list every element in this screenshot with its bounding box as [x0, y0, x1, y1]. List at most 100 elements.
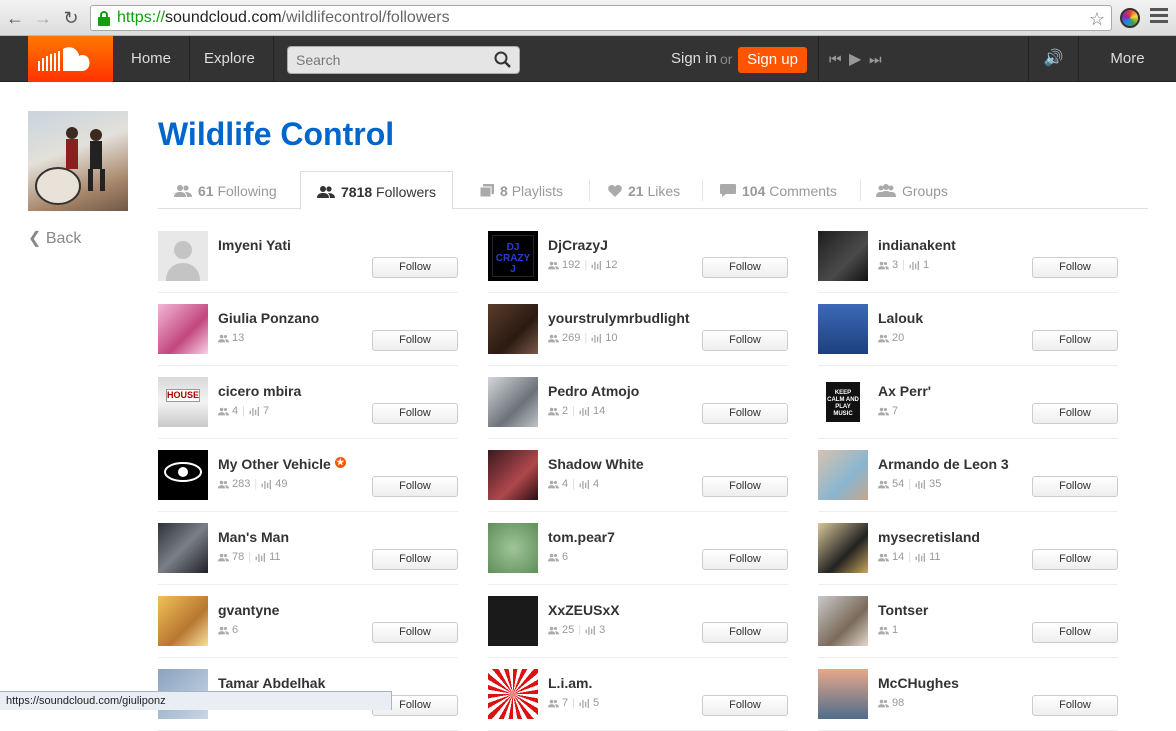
follow-button[interactable]: Follow	[702, 476, 788, 497]
follower-name[interactable]: Imyeni Yati	[218, 237, 291, 253]
player-controls: ⏮ ▶ ⏭	[818, 36, 1028, 82]
back-arrow-icon[interactable]: ←	[4, 7, 26, 29]
profile-avatar[interactable]	[28, 111, 128, 211]
follow-button[interactable]: Follow	[702, 549, 788, 570]
tab-likes[interactable]: 21 Likes	[592, 171, 696, 209]
follow-button[interactable]: Follow	[1032, 549, 1118, 570]
tab-playlists[interactable]: 8 Playlists	[464, 171, 579, 209]
stats-separator: |	[248, 551, 252, 563]
follower-avatar[interactable]	[818, 304, 868, 354]
follower-name[interactable]: mysecretisland	[878, 529, 980, 545]
follower-name[interactable]: My Other Vehicle ★	[218, 456, 346, 472]
next-track-icon[interactable]: ⏭	[869, 51, 882, 68]
follow-button[interactable]: Follow	[702, 403, 788, 424]
follow-button[interactable]: Follow	[372, 622, 458, 643]
follower-avatar[interactable]	[818, 231, 868, 281]
follower-avatar[interactable]	[488, 304, 538, 354]
tab-followers[interactable]: 7818 Followers	[300, 171, 453, 210]
search-input[interactable]: Search	[287, 46, 520, 74]
search-icon[interactable]	[494, 51, 512, 69]
follower-name[interactable]: Shadow White	[548, 456, 644, 472]
follower-name[interactable]: Armando de Leon 3	[878, 456, 1009, 472]
follow-button[interactable]: Follow	[1032, 257, 1118, 278]
followers-column-3: indianakent 3 | 1 Follow Lalouk 20 Follow KEEP C…	[818, 218, 1118, 731]
follower-name[interactable]: Ax Perr'	[878, 383, 931, 399]
follower-avatar[interactable]	[488, 450, 538, 500]
follower-name[interactable]: gvantyne	[218, 602, 279, 618]
url-host: soundcloud.com	[165, 9, 282, 26]
soundcloud-logo[interactable]	[28, 36, 113, 82]
follower-name[interactable]: L.i.am.	[548, 675, 592, 691]
follow-button[interactable]: Follow	[1032, 622, 1118, 643]
extension-icon[interactable]	[1120, 8, 1140, 28]
follower-name[interactable]: indianakent	[878, 237, 956, 253]
follower-name[interactable]: McCHughes	[878, 675, 959, 691]
follower-name[interactable]: Lalouk	[878, 310, 923, 326]
volume-icon[interactable]: 🔊	[1028, 36, 1078, 82]
url-scheme: https://	[117, 9, 166, 26]
previous-track-icon[interactable]: ⏮	[829, 51, 842, 68]
follow-button[interactable]: Follow	[1032, 403, 1118, 424]
follow-button[interactable]: Follow	[1032, 476, 1118, 497]
address-bar[interactable]: https://soundcloud.com/wildlifecontrol/f…	[90, 5, 1112, 31]
follower-name[interactable]: DjCrazyJ	[548, 237, 608, 253]
follower-avatar[interactable]: KEEP CALM AND PLAY MUSIC	[818, 377, 868, 427]
follower-avatar[interactable]	[818, 523, 868, 573]
nav-explore[interactable]: Explore	[186, 36, 274, 82]
follower-avatar[interactable]	[488, 596, 538, 646]
browser-menu-icon[interactable]	[1150, 8, 1168, 26]
forward-arrow-icon[interactable]: →	[32, 7, 54, 29]
follow-button[interactable]: Follow	[372, 476, 458, 497]
follow-button[interactable]: Follow	[702, 330, 788, 351]
follower-avatar[interactable]	[158, 450, 208, 500]
play-icon[interactable]: ▶	[849, 49, 861, 69]
sign-up-button[interactable]: Sign up	[738, 47, 807, 73]
follower-avatar[interactable]	[818, 669, 868, 719]
follower-avatar[interactable]: HOUSE	[158, 377, 208, 427]
follow-button[interactable]: Follow	[372, 330, 458, 351]
follower-avatar[interactable]	[158, 523, 208, 573]
follower-avatar[interactable]	[818, 596, 868, 646]
followers-icon	[548, 626, 559, 635]
sign-in-link[interactable]: Sign in	[671, 36, 717, 82]
follower-avatar[interactable]	[818, 450, 868, 500]
follower-name[interactable]: Tontser	[878, 602, 928, 618]
nav-home[interactable]: Home	[113, 36, 191, 82]
follow-button[interactable]: Follow	[702, 257, 788, 278]
follow-button[interactable]: Follow	[1032, 330, 1118, 351]
bookmark-star-icon[interactable]: ☆	[1089, 7, 1105, 31]
reload-icon[interactable]: ↻	[60, 7, 82, 29]
tab-following[interactable]: 61 Following	[158, 171, 293, 209]
follower-count: 25	[562, 624, 575, 636]
follower-avatar[interactable]	[158, 304, 208, 354]
follower-name[interactable]: tom.pear7	[548, 529, 615, 545]
followers-icon	[218, 626, 229, 635]
more-menu[interactable]: More	[1078, 36, 1176, 82]
track-count: 4	[592, 478, 600, 490]
follower-avatar[interactable]	[488, 523, 538, 573]
follower-name[interactable]: Pedro Atmojo	[548, 383, 639, 399]
follower-name[interactable]: XxZEUSxX	[548, 602, 620, 618]
dj-thumb-text: DJ CRAZY J	[492, 235, 534, 277]
follow-button[interactable]: Follow	[372, 403, 458, 424]
follow-button[interactable]: Follow	[702, 622, 788, 643]
back-link[interactable]: ❮ Back	[28, 228, 81, 248]
follower-avatar[interactable]: DJ CRAZY J	[488, 231, 538, 281]
follower-name[interactable]: Giulia Ponzano	[218, 310, 319, 326]
follower-name[interactable]: Man's Man	[218, 529, 289, 545]
tab-groups[interactable]: Groups	[860, 171, 964, 209]
follower-item: KEEP CALM AND PLAY MUSIC Ax Perr' 7 Follow	[818, 364, 1118, 439]
profile-name[interactable]: Wildlife Control	[158, 116, 394, 153]
follower-name[interactable]: cicero mbira	[218, 383, 301, 399]
follower-avatar[interactable]	[488, 669, 538, 719]
follower-name[interactable]: Tamar Abdelhak	[218, 675, 325, 691]
follower-avatar[interactable]	[158, 231, 208, 281]
follower-name[interactable]: yourstrulymrbudlight	[548, 310, 690, 326]
follow-button[interactable]: Follow	[372, 549, 458, 570]
follow-button[interactable]: Follow	[1032, 695, 1118, 716]
tab-comments[interactable]: 104 Comments	[704, 171, 853, 209]
follow-button[interactable]: Follow	[372, 257, 458, 278]
follower-avatar[interactable]	[158, 596, 208, 646]
follower-avatar[interactable]	[488, 377, 538, 427]
follow-button[interactable]: Follow	[702, 695, 788, 716]
